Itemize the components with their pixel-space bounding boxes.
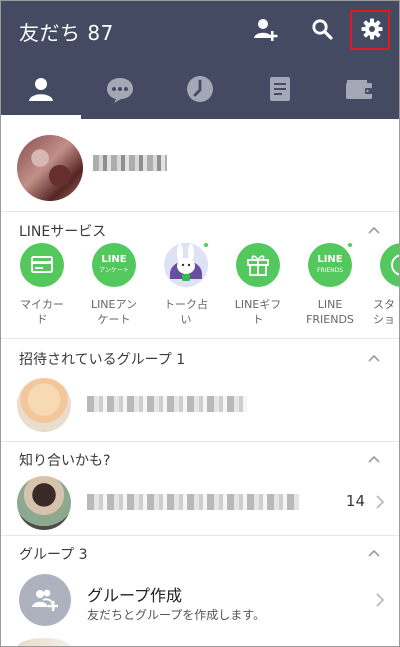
sticker-shop-icon: [380, 243, 399, 287]
section-header-line-services[interactable]: LINEサービス: [1, 215, 399, 245]
service-line-survey[interactable]: LINE アンケート LINEアン ケート: [79, 243, 149, 327]
line-services-carousel: マイカー ド LINE アンケート LINEアン ケート トーク占 い LINE…: [1, 241, 399, 329]
service-label: LINE FRIENDS: [306, 298, 354, 326]
create-group-row[interactable]: グループ作成 友だちとグループを作成します。: [1, 568, 399, 638]
section-title: 招待されているグループ 1: [19, 352, 186, 368]
chevron-up-icon: [368, 226, 380, 234]
avatar: [17, 638, 71, 646]
blurred-profile-name: [93, 155, 167, 171]
service-line-friends[interactable]: LINE FRIENDS LINE FRIENDS: [295, 241, 365, 327]
divider: [1, 338, 399, 339]
service-line-gift[interactable]: LINEギフ ト: [223, 243, 293, 327]
divider: [1, 441, 399, 442]
settings-highlight-box: [350, 10, 390, 50]
section-title: LINEサービス: [19, 224, 107, 240]
line-friends-screen: 友だち 87 LINEサービス マイカー ド LINE アンケート LINEアン…: [0, 0, 400, 647]
my-profile-row[interactable]: [1, 119, 399, 211]
tab-timeline[interactable]: [160, 59, 240, 119]
service-sticker-shop[interactable]: スタ ショ: [367, 243, 399, 327]
avatar: [17, 135, 83, 201]
chat-bubble-icon: [107, 78, 134, 103]
top-header: 友だち 87: [1, 1, 399, 59]
wallet-icon: [346, 80, 373, 99]
service-label: マイカー ド: [20, 298, 64, 326]
section-header-groups[interactable]: グループ 3: [1, 538, 399, 568]
chevron-up-icon: [368, 354, 380, 362]
search-icon[interactable]: [308, 15, 336, 43]
page-title: 友だち 87: [19, 21, 114, 45]
service-my-card[interactable]: マイカー ド: [7, 243, 77, 327]
service-talk-fortune[interactable]: トーク占 い: [151, 241, 221, 327]
service-label: スタ ショ: [373, 298, 395, 326]
create-group-subtitle: 友だちとグループを作成します。: [87, 608, 266, 622]
clock-icon: [186, 76, 213, 102]
service-label: トーク占 い: [164, 298, 208, 326]
tab-chats[interactable]: [81, 59, 161, 119]
service-label: LINEギフ ト: [234, 298, 282, 326]
add-friend-icon[interactable]: [252, 15, 280, 43]
list-item-suggested-friends[interactable]: 14: [1, 467, 399, 539]
chevron-up-icon: [368, 549, 380, 557]
chevron-right-icon: [376, 495, 385, 509]
tab-friends[interactable]: [1, 59, 81, 119]
divider: [1, 535, 399, 536]
suggested-count: 14: [345, 492, 365, 510]
person-icon: [28, 78, 53, 101]
avatar: [17, 476, 71, 530]
list-item-invited-group[interactable]: [1, 369, 399, 441]
chevron-up-icon: [368, 455, 380, 463]
fortune-character-icon: [164, 241, 210, 287]
divider: [1, 211, 399, 212]
blurred-friend-names: [87, 494, 299, 510]
chevron-right-icon: [376, 593, 385, 607]
tab-wallet[interactable]: [319, 59, 399, 119]
blurred-group-name: [87, 396, 247, 412]
avatar: [17, 378, 71, 432]
main-tabs: [1, 59, 399, 119]
group-add-icon: [19, 574, 71, 626]
gift-icon: [236, 243, 280, 287]
line-friends-icon: LINE FRIENDS: [308, 241, 354, 287]
card-icon: [20, 243, 64, 287]
line-survey-icon: LINE アンケート: [92, 243, 136, 287]
create-group-title: グループ作成: [87, 586, 183, 605]
news-icon: [269, 77, 290, 101]
tab-news[interactable]: [240, 59, 320, 119]
service-label: LINEアン ケート: [90, 298, 138, 326]
section-title: グループ 3: [19, 547, 88, 563]
